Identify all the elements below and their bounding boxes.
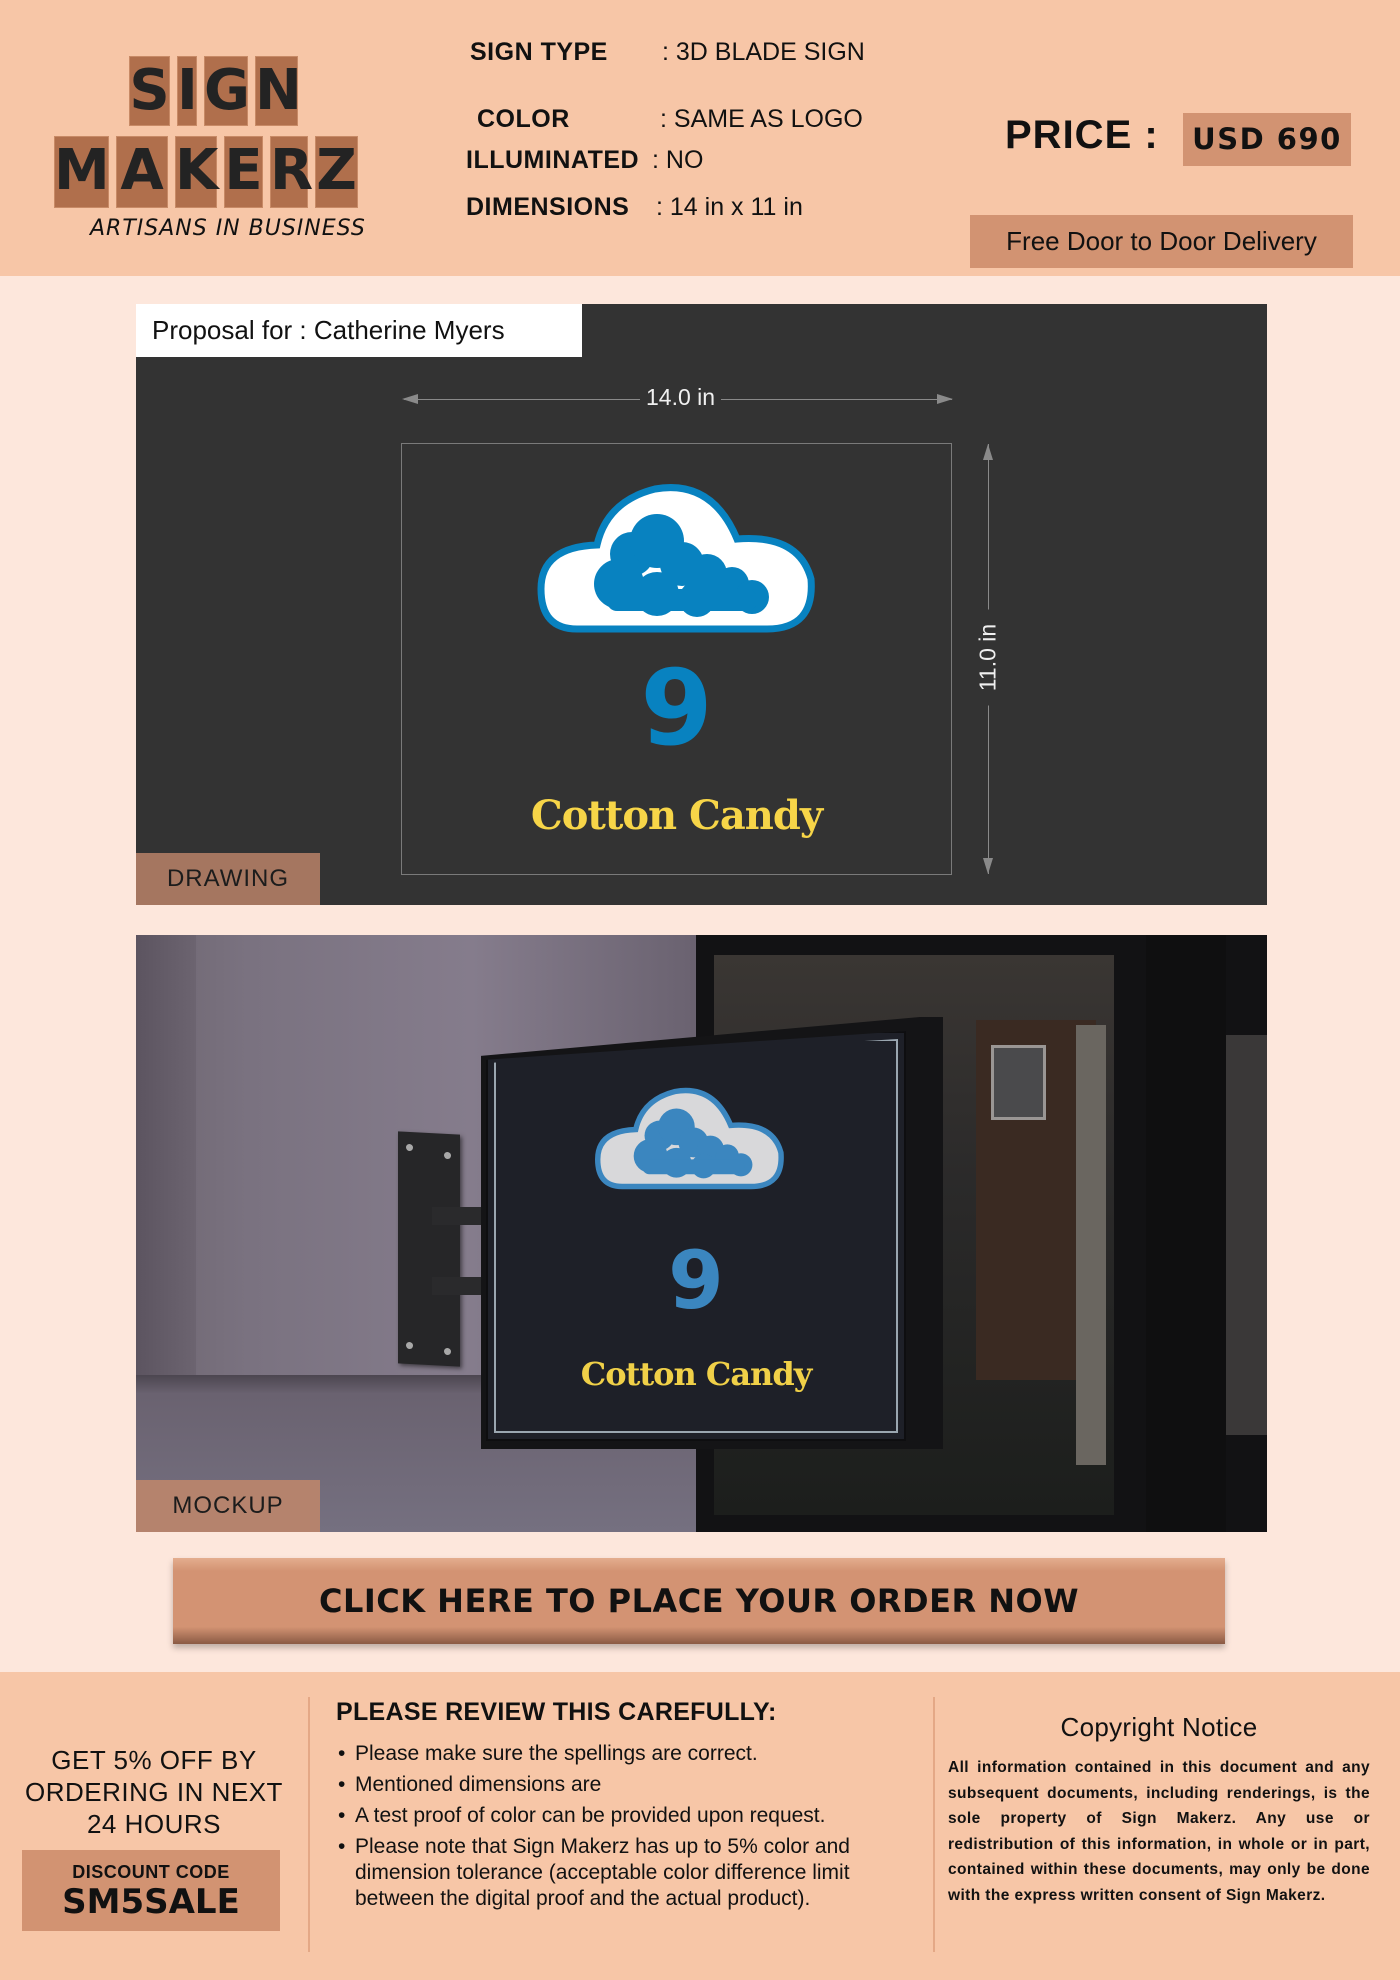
- bolt-icon: [444, 1347, 451, 1356]
- spec-value: : 3D BLADE SIGN: [662, 38, 865, 66]
- sign-business-name: Cotton Candy: [530, 792, 823, 839]
- bolt-icon: [444, 1151, 451, 1160]
- copyright-section: Copyright Notice All information contain…: [948, 1712, 1370, 1908]
- review-section: PLEASE REVIEW THIS CAREFULLY: Please mak…: [336, 1698, 926, 1917]
- window-mullion: [1146, 935, 1226, 1532]
- arrow-up-icon: [983, 444, 993, 460]
- logo-tagline: ARTISANS IN BUSINESS: [90, 216, 366, 241]
- copyright-body: All information contained in this docume…: [948, 1759, 1370, 1904]
- footer-divider: [933, 1697, 935, 1952]
- spec-label: SIGN TYPE: [470, 38, 608, 66]
- blade-sign-mockup: 9 Cotton Candy: [486, 1031, 906, 1441]
- drawing-panel: Proposal for : Catherine Myers 14.0 in 1…: [136, 304, 1267, 905]
- price-value: USD 690: [1183, 113, 1351, 166]
- promo-line: 24 HOURS: [86, 1809, 222, 1839]
- wall-bracket-plate: [398, 1131, 460, 1367]
- discount-promo: GET 5% OFF BY ORDERING IN NEXT 24 HOURS: [0, 1744, 308, 1840]
- review-list: Please make sure the spellings are corre…: [336, 1741, 926, 1912]
- logo-tile: E: [224, 136, 263, 208]
- sign-number: 9: [640, 647, 713, 769]
- height-dimension-label: 11.0 in: [974, 609, 1002, 706]
- logo-tile: Z: [315, 136, 358, 208]
- sign-drawing: 9 Cotton Candy: [401, 443, 952, 875]
- logo-row-sign: S I G N: [129, 56, 302, 126]
- mockup-business-name: Cotton Candy: [580, 1355, 813, 1393]
- review-item: Please note that Sign Makerz has up to 5…: [336, 1834, 926, 1912]
- side-window: [1226, 1035, 1267, 1435]
- place-order-button[interactable]: CLICK HERE TO PLACE YOUR ORDER NOW: [173, 1558, 1225, 1644]
- promo-line: ORDERING IN NEXT: [25, 1777, 283, 1807]
- spec-value: : SAME AS LOGO: [660, 105, 863, 133]
- discount-code: SM5SALE: [62, 1882, 240, 1922]
- header: S I G N M A K E R Z ARTISANS IN BUSINESS…: [0, 0, 1400, 276]
- mockup-panel: 9 Cotton Candy MOCKUP: [136, 935, 1267, 1532]
- logo-tile: M: [54, 136, 110, 208]
- logo-tile: I: [177, 56, 198, 126]
- review-item: Mentioned dimensions are: [336, 1772, 926, 1798]
- arrow-left-icon: [402, 394, 418, 404]
- logo-tile: G: [204, 56, 250, 126]
- footer-divider: [308, 1697, 310, 1952]
- logo-tile: N: [255, 56, 302, 126]
- logo-tile: R: [270, 136, 313, 208]
- bolt-icon: [406, 1341, 413, 1350]
- logo-tile: A: [116, 136, 168, 208]
- width-dimension-label: 14.0 in: [640, 384, 722, 411]
- spec-value: : 14 in x 11 in: [656, 193, 803, 221]
- spec-label: DIMENSIONS: [466, 193, 630, 221]
- cloud-logo-icon: [595, 1087, 784, 1190]
- proposal-label: Proposal for : Catherine Myers: [136, 304, 582, 357]
- review-item: Please make sure the spellings are corre…: [336, 1741, 926, 1767]
- discount-code-label: DISCOUNT CODE: [72, 1862, 230, 1882]
- reflected-window: [991, 1045, 1046, 1120]
- promo-line: GET 5% OFF BY: [51, 1745, 257, 1775]
- bracket-arm: [432, 1207, 482, 1225]
- bracket-arm: [432, 1277, 482, 1295]
- sign-makerz-logo: S I G N M A K E R Z ARTISANS IN BUSINESS: [54, 56, 398, 252]
- mockup-sign-number: 9: [668, 1234, 724, 1327]
- arrow-down-icon: [983, 858, 993, 874]
- price-label: PRICE :: [1005, 113, 1159, 157]
- spec-label: COLOR: [477, 105, 570, 133]
- reflected-pillar: [1076, 1025, 1106, 1465]
- mockup-tag: MOCKUP: [136, 1480, 320, 1532]
- logo-tile: K: [175, 136, 218, 208]
- logo-tile: S: [129, 56, 170, 126]
- copyright-title: Copyright Notice: [1060, 1712, 1258, 1742]
- drawing-tag: DRAWING: [136, 853, 320, 905]
- delivery-badge: Free Door to Door Delivery: [970, 215, 1353, 268]
- footer: GET 5% OFF BY ORDERING IN NEXT 24 HOURS …: [0, 1672, 1400, 1980]
- bolt-icon: [406, 1143, 413, 1152]
- cloud-logo-icon: [537, 484, 815, 633]
- spec-label: ILLUMINATED: [466, 146, 640, 174]
- discount-code-box: DISCOUNT CODE SM5SALE: [22, 1850, 280, 1931]
- arrow-right-icon: [937, 394, 953, 404]
- review-title: PLEASE REVIEW THIS CAREFULLY:: [336, 1698, 777, 1726]
- spec-value: : NO: [652, 146, 704, 174]
- logo-row-makerz: M A K E R Z: [54, 136, 358, 208]
- review-item: A test proof of color can be provided up…: [336, 1803, 926, 1829]
